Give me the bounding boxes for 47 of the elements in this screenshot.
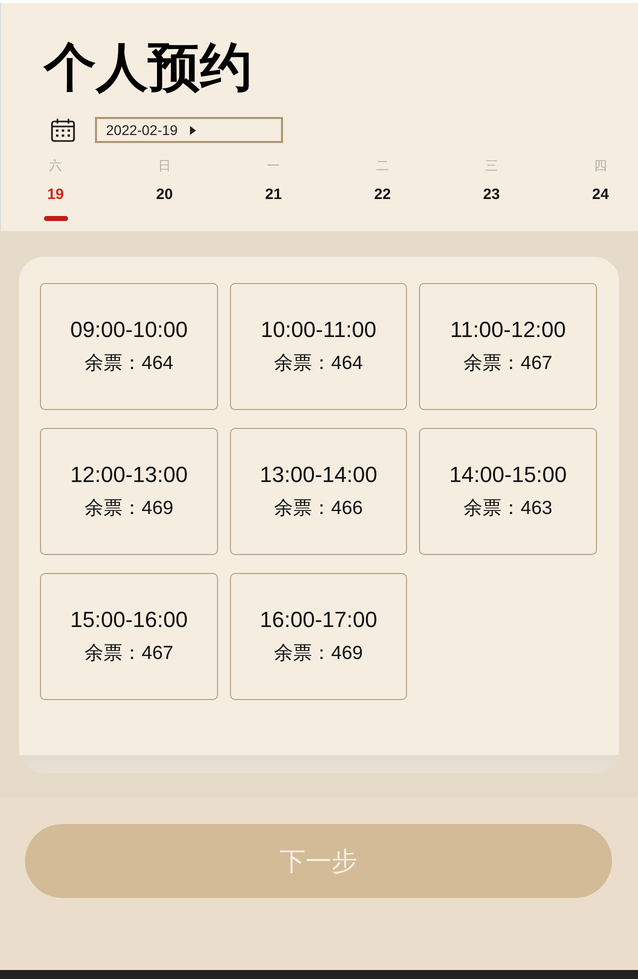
weekday-label: 六 — [49, 157, 62, 175]
weekday-label: 一 — [267, 157, 280, 175]
weekday-label: 四 — [594, 157, 607, 175]
slot-time: 12:00-13:00 — [70, 460, 188, 488]
slot-time: 14:00-15:00 — [449, 460, 567, 488]
remaining-tickets: 余票：464 — [274, 352, 363, 376]
time-slot-card[interactable]: 12:00-13:00 余票：469 — [40, 428, 218, 555]
time-slot-card[interactable]: 11:00-12:00 余票：467 — [419, 283, 597, 410]
day-number: 23 — [483, 185, 500, 205]
remaining-tickets: 余票：469 — [84, 496, 174, 520]
day-tab[interactable]: 二 22 — [328, 157, 437, 221]
remaining-tickets: 余票：469 — [274, 642, 363, 666]
day-tab[interactable]: 日 20 — [110, 157, 219, 221]
remaining-tickets: 余票：467 — [84, 642, 174, 666]
slot-time: 09:00-10:00 — [70, 316, 188, 344]
time-slot-card[interactable]: 09:00-10:00 余票：464 — [40, 283, 218, 410]
day-number: 24 — [592, 185, 609, 205]
slot-time: 15:00-16:00 — [70, 606, 188, 634]
day-tab[interactable]: 三 23 — [437, 157, 546, 221]
weekday-label: 二 — [376, 157, 389, 175]
time-slot-card[interactable]: 10:00-11:00 余票：464 — [230, 283, 407, 410]
time-slot-card[interactable]: 16:00-17:00 余票：469 — [230, 573, 407, 700]
remaining-tickets: 余票：464 — [84, 352, 174, 376]
slot-time: 11:00-12:00 — [450, 316, 566, 344]
slot-time: 13:00-14:00 — [260, 460, 378, 488]
day-number: 21 — [265, 185, 282, 205]
time-slot-card[interactable]: 15:00-16:00 余票：467 — [40, 573, 218, 700]
day-number: 19 — [47, 185, 64, 205]
slot-time: 16:00-17:00 — [260, 606, 378, 634]
time-slot-card[interactable]: 13:00-14:00 余票：466 — [230, 428, 407, 555]
caret-icon — [190, 126, 196, 134]
calendar-icon — [51, 118, 75, 142]
day-tab[interactable]: 四 24 — [546, 157, 638, 221]
date-field[interactable]: 2022-02-19 — [95, 117, 283, 143]
day-tab[interactable]: 一 21 — [219, 157, 328, 221]
day-number: 20 — [156, 185, 173, 205]
slot-time: 10:00-11:00 — [260, 316, 376, 344]
weekday-label: 三 — [485, 157, 498, 175]
day-tab[interactable]: 六 19 — [1, 157, 110, 221]
selected-underline — [44, 216, 68, 221]
remaining-tickets: 余票：466 — [274, 496, 363, 520]
remaining-tickets: 余票：467 — [464, 352, 552, 376]
time-slot-card[interactable]: 14:00-15:00 余票：463 — [419, 428, 597, 555]
remaining-tickets: 余票：463 — [464, 496, 552, 520]
weekday-label: 日 — [158, 157, 171, 175]
page-title: 个人预约 — [44, 38, 253, 98]
day-number: 22 — [374, 185, 391, 205]
